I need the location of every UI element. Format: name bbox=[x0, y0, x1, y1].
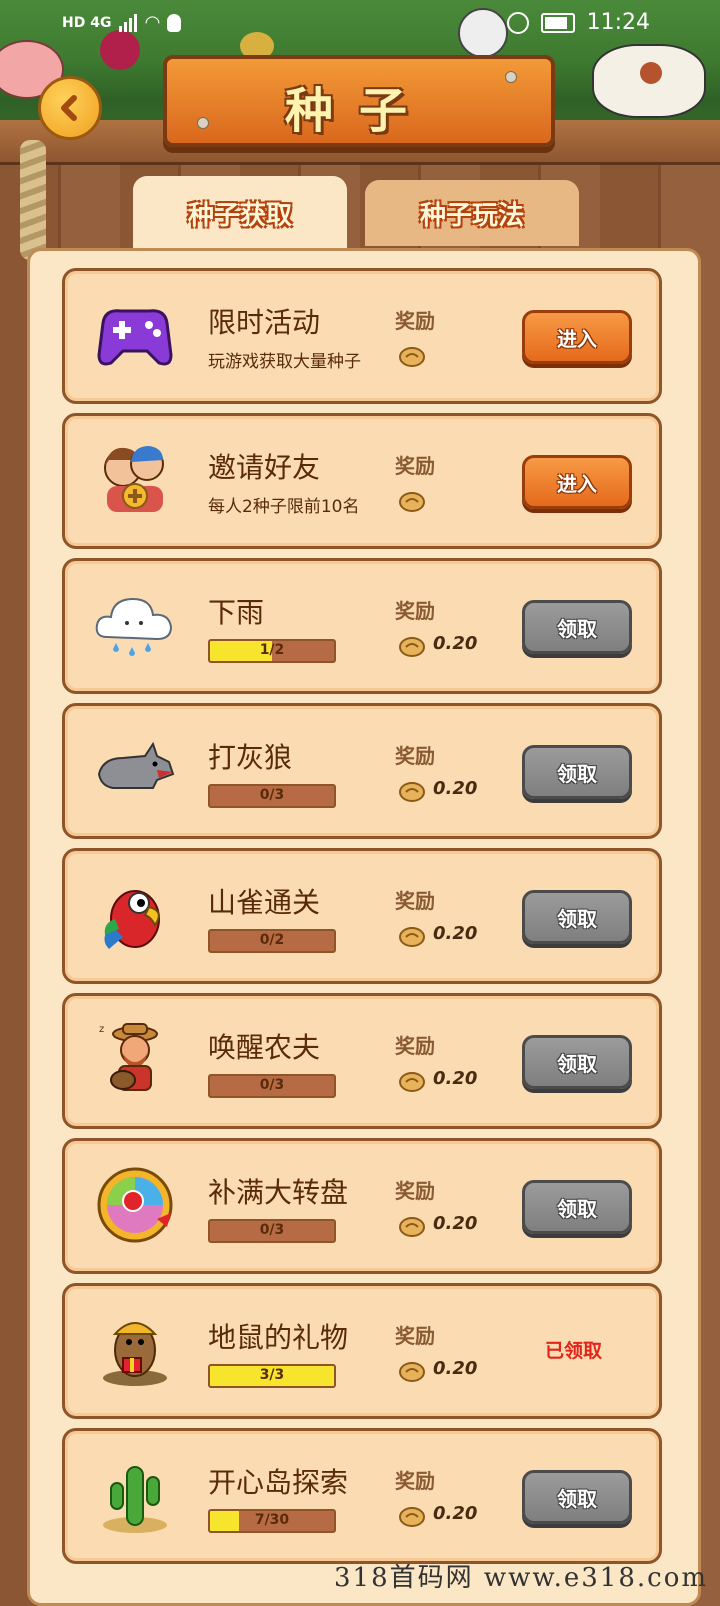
wifi-icon: ◠ bbox=[145, 12, 160, 33]
task-card-rain: 下雨 1/2 奖励 0.20 领取 bbox=[62, 558, 662, 694]
task-card-invite-friends: 邀请好友 每人2种子限前10名 奖励 进入 bbox=[62, 413, 662, 549]
task-name: 唤醒农夫 bbox=[208, 1031, 321, 1064]
reward-value: 0.20 bbox=[433, 778, 478, 799]
back-button[interactable] bbox=[38, 76, 102, 140]
parrot-icon bbox=[104, 890, 160, 949]
task-progress-bar: 0/3 bbox=[208, 784, 336, 808]
reward-label: 奖励 bbox=[395, 1469, 435, 1493]
rope-decoration bbox=[20, 140, 46, 260]
qq-icon bbox=[167, 13, 182, 32]
seed-icon bbox=[399, 637, 425, 657]
network-label: HD 4G bbox=[62, 14, 112, 31]
task-card-gopher-gift: 地鼠的礼物 3/3 奖励 0.20 已领取 bbox=[62, 1283, 662, 1419]
task-card-limited-event: 限时活动 玩游戏获取大量种子 奖励 进入 bbox=[62, 268, 662, 404]
progress-text: 1/2 bbox=[259, 642, 285, 658]
seed-icon bbox=[399, 1507, 425, 1527]
claim-button[interactable]: 领取 bbox=[522, 600, 632, 654]
wheel-icon bbox=[97, 1167, 173, 1243]
progress-text: 7/30 bbox=[254, 1512, 290, 1528]
task-progress-bar: 0/2 bbox=[208, 929, 336, 953]
reward-label: 奖励 bbox=[395, 1324, 435, 1348]
reward-value: 0.20 bbox=[433, 1503, 478, 1524]
task-card-gray-wolf: 打灰狼 0/3 奖励 0.20 领取 bbox=[62, 703, 662, 839]
task-name: 开心岛探索 bbox=[208, 1466, 349, 1499]
gamepad-icon bbox=[97, 309, 173, 366]
reward-value: 0.20 bbox=[433, 923, 478, 944]
task-progress-bar: 0/3 bbox=[208, 1219, 336, 1243]
progress-text: 3/3 bbox=[259, 1367, 285, 1383]
reward-label: 奖励 bbox=[395, 889, 435, 913]
reward-value: 0.20 bbox=[433, 1358, 478, 1379]
reward-label: 奖励 bbox=[395, 599, 435, 623]
task-card-wake-farmer: z 唤醒农夫 0/3 奖励 0.20 领取 bbox=[62, 993, 662, 1129]
reward-value: 0.20 bbox=[433, 1068, 478, 1089]
claim-button[interactable]: 领取 bbox=[522, 1035, 632, 1089]
task-name: 下雨 bbox=[208, 596, 265, 629]
claim-button[interactable]: 领取 bbox=[522, 745, 632, 799]
battery-icon bbox=[540, 12, 575, 33]
seed-icon bbox=[399, 782, 425, 802]
task-name: 补满大转盘 bbox=[208, 1176, 349, 1209]
cactus-icon bbox=[103, 1466, 167, 1533]
page-title: 种子 bbox=[284, 83, 433, 139]
reward-value: 0.20 bbox=[433, 1213, 478, 1234]
task-progress-bar: 1/2 bbox=[208, 639, 336, 663]
claimed-status: 已领取 bbox=[545, 1340, 603, 1362]
status-bar: HD 4G ◠ 11:24 bbox=[0, 0, 720, 48]
reward-value: 0.20 bbox=[433, 633, 478, 654]
svg-text:z: z bbox=[99, 1024, 104, 1035]
seed-icon bbox=[399, 1217, 425, 1237]
task-progress-bar: 7/30 bbox=[208, 1509, 336, 1533]
progress-text: 0/2 bbox=[259, 932, 285, 948]
task-card-bird-level: 山雀通关 0/2 奖励 0.20 领取 bbox=[62, 848, 662, 984]
enter-button[interactable]: 进入 bbox=[522, 310, 632, 364]
enter-button[interactable]: 进入 bbox=[522, 455, 632, 509]
clock-time: 11:24 bbox=[586, 10, 650, 35]
reward-label: 奖励 bbox=[395, 454, 435, 478]
claim-button[interactable]: 领取 bbox=[522, 890, 632, 944]
status-right: 11:24 bbox=[506, 10, 650, 35]
farmer-icon: z bbox=[99, 1023, 158, 1091]
progress-text: 0/3 bbox=[259, 1222, 285, 1238]
gopher-icon bbox=[103, 1322, 167, 1386]
task-name: 地鼠的礼物 bbox=[208, 1321, 349, 1354]
task-name: 邀请好友 bbox=[208, 451, 321, 484]
task-card-fill-wheel: 补满大转盘 0/3 奖励 0.20 领取 bbox=[62, 1138, 662, 1274]
tab-seed-acquire[interactable]: 种子获取 bbox=[133, 176, 347, 250]
seed-icon bbox=[399, 1072, 425, 1092]
task-name: 山雀通关 bbox=[208, 886, 321, 919]
tab-seed-gameplay[interactable]: 种子玩法 bbox=[365, 180, 579, 246]
signal-icon bbox=[119, 13, 138, 32]
alarm-icon bbox=[506, 11, 529, 34]
seed-icon bbox=[399, 492, 425, 512]
claim-button[interactable]: 领取 bbox=[522, 1470, 632, 1524]
task-name: 限时活动 bbox=[208, 306, 321, 339]
claim-button[interactable]: 领取 bbox=[522, 1180, 632, 1234]
task-description: 玩游戏获取大量种子 bbox=[208, 352, 361, 372]
watermark-text: 318首码网 www.e318.com bbox=[334, 1563, 708, 1593]
reward-label: 奖励 bbox=[395, 744, 435, 768]
invite-friends-icon bbox=[104, 446, 164, 512]
reward-label: 奖励 bbox=[395, 1179, 435, 1203]
status-left: HD 4G ◠ bbox=[62, 12, 182, 33]
task-description: 每人2种子限前10名 bbox=[208, 497, 360, 517]
seed-icon bbox=[399, 347, 425, 367]
cow-spot bbox=[640, 62, 662, 84]
back-arrow-icon bbox=[61, 95, 77, 121]
progress-text: 0/3 bbox=[259, 1077, 285, 1093]
progress-text: 0/3 bbox=[259, 787, 285, 803]
task-progress-bar: 0/3 bbox=[208, 1074, 336, 1098]
wolf-icon bbox=[97, 741, 175, 789]
rain-cloud-icon bbox=[95, 597, 173, 656]
task-progress-bar: 3/3 bbox=[208, 1364, 336, 1388]
title-board: 种子 bbox=[163, 55, 555, 147]
seed-icon bbox=[399, 1362, 425, 1382]
seed-icon bbox=[399, 927, 425, 947]
task-card-island-explore: 开心岛探索 7/30 奖励 0.20 领取 bbox=[62, 1428, 662, 1564]
reward-label: 奖励 bbox=[395, 1034, 435, 1058]
task-name: 打灰狼 bbox=[208, 741, 293, 774]
reward-label: 奖励 bbox=[395, 309, 435, 333]
